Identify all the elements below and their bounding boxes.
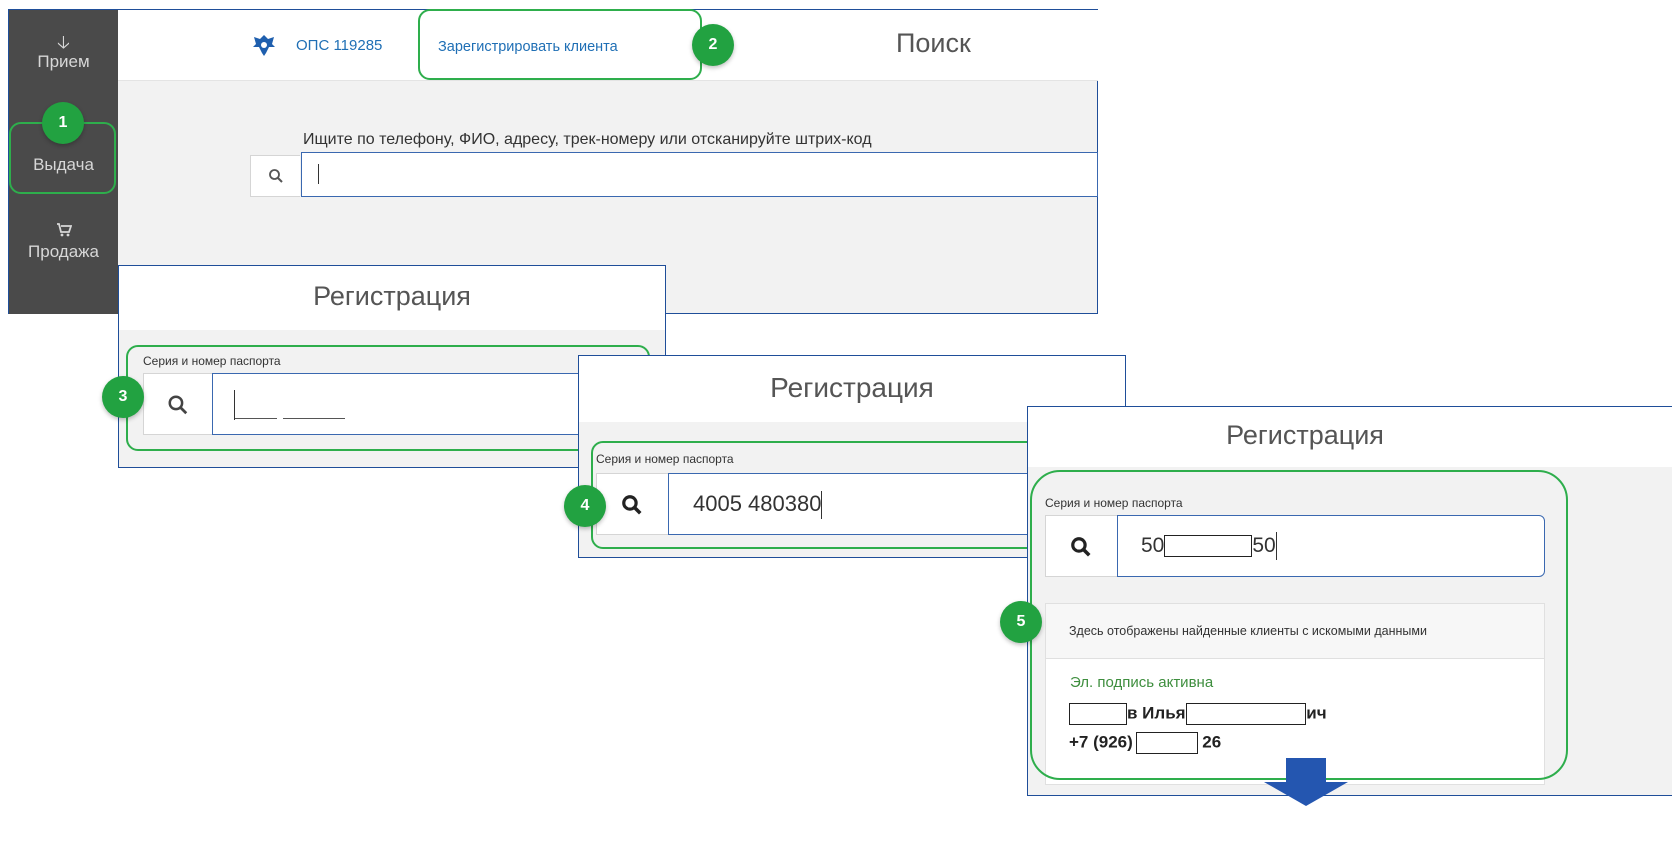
highlight-passport-empty [126,345,650,451]
search-input[interactable] [301,152,1098,197]
highlight-passport-typed [591,441,1047,549]
search-button[interactable] [250,155,300,197]
sidebar-item-label: Продажа [28,242,99,261]
office-label: ОПС 119285 [296,37,383,54]
step-badge-3: 3 [102,376,144,418]
registration-title: Регистрация [119,266,665,330]
arrow-down-icon [1264,758,1348,806]
eagle-emblem-icon [253,35,275,56]
step-badge-2: 2 [692,24,734,66]
search-icon [269,169,283,183]
search-hint: Ищите по телефону, ФИО, адресу, трек-ном… [303,131,872,148]
arrow-down-icon: 🡣 [57,32,70,52]
step-badge-4: 4 [564,485,606,527]
sidebar-item-priem[interactable]: 🡣 Прием [9,32,118,72]
highlight-register-link [418,9,702,80]
sidebar-item-prodazha[interactable]: Продажа [9,222,118,262]
highlight-results [1030,470,1568,780]
cart-icon [9,222,118,242]
registration-title: Регистрация [1028,407,1672,467]
step-badge-1: 1 [42,102,84,144]
sidebar-item-label: Прием [37,52,90,71]
text-cursor [318,164,319,184]
step-badge-5: 5 [1000,601,1042,643]
page-title: Поиск [896,28,971,58]
